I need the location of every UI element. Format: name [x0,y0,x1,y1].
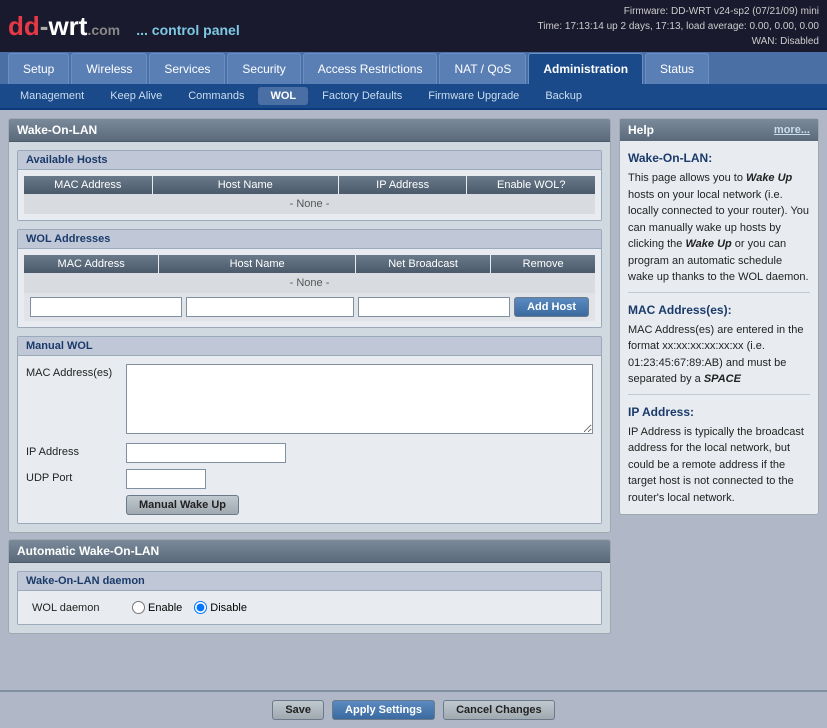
control-panel-label: ... control panel [136,22,239,38]
wol-addresses-body: MAC Address Host Name Net Broadcast Remo… [18,249,601,327]
add-mac-input[interactable] [30,297,182,317]
help-wol-text: This page allows you to Wake Up hosts on… [628,170,810,286]
daemon-label: WOL daemon [32,602,132,614]
main-content: Wake-On-LAN Available Hosts MAC Address … [0,110,827,690]
automatic-wol-section: Automatic Wake-On-LAN Wake-On-LAN daemon… [8,539,611,634]
add-broadcast-input[interactable] [358,297,510,317]
daemon-title: Wake-On-LAN daemon [18,572,601,591]
add-hostname-input[interactable] [186,297,354,317]
manual-wol-body: MAC Address(es) IP Address UDP Port [18,356,601,523]
col-host-name: Host Name [153,176,338,194]
logo: dd-wrt.com ... control panel [8,11,240,42]
available-hosts-empty: - None - [24,194,595,214]
ip-label: IP Address [26,443,126,458]
wol-col-host: Host Name [159,255,355,273]
nav-tab-administration[interactable]: Administration [528,53,643,84]
help-body: Wake-On-LAN: This page allows you to Wak… [620,141,818,514]
udp-row: UDP Port [26,469,593,489]
wol-addresses-title: WOL Addresses [18,230,601,249]
udp-input[interactable] [126,469,206,489]
mac-textarea[interactable] [126,364,593,434]
nav-tab-services[interactable]: Services [149,53,225,84]
help-wol-heading: Wake-On-LAN: [628,149,810,167]
sub-tab-keep-alive[interactable]: Keep Alive [98,87,174,105]
help-mac-heading: MAC Address(es): [628,301,810,319]
daemon-radio-group: Enable Disable [132,601,247,614]
manual-wake-button[interactable]: Manual Wake Up [126,495,239,515]
nav-tab-setup[interactable]: Setup [8,53,69,84]
sub-tab-management[interactable]: Management [8,87,96,105]
wol-col-remove: Remove [491,255,595,273]
mac-row: MAC Address(es) [26,364,593,437]
col-enable-wol: Enable WOL? [467,176,595,194]
nav-tab-security[interactable]: Security [227,53,300,84]
apply-settings-button[interactable]: Apply Settings [332,700,435,720]
available-hosts-section: Available Hosts MAC Address Host Name IP… [17,150,602,221]
ip-row: IP Address [26,443,593,463]
available-hosts-title: Available Hosts [18,151,601,170]
enable-radio-label[interactable]: Enable [132,601,182,614]
main-nav: SetupWirelessServicesSecurityAccess Rest… [0,52,827,84]
mac-label: MAC Address(es) [26,364,126,379]
add-host-row: Add Host [24,293,595,321]
content-area: Wake-On-LAN Available Hosts MAC Address … [8,118,611,682]
wol-addresses-section: WOL Addresses MAC Address Host Name Net … [17,229,602,328]
udp-label: UDP Port [26,469,126,484]
automatic-wol-title: Automatic Wake-On-LAN [9,540,610,563]
col-mac-address: MAC Address [24,176,152,194]
sub-tab-commands[interactable]: Commands [176,87,256,105]
help-ip-text: IP Address is typically the broadcast ad… [628,424,810,507]
sub-tab-wol[interactable]: WOL [258,87,308,105]
col-ip-address: IP Address [339,176,467,194]
wol-col-broadcast: Net Broadcast [356,255,490,273]
wol-col-mac: MAC Address [24,255,158,273]
available-hosts-body: MAC Address Host Name IP Address Enable … [18,170,601,220]
daemon-body: WOL daemon Enable Disable [18,591,601,624]
sub-tab-backup[interactable]: Backup [533,87,594,105]
available-hosts-headers: MAC Address Host Name IP Address Enable … [24,176,595,194]
wol-addresses-empty: - None - [24,273,595,293]
firmware-info: Firmware: DD-WRT v24-sp2 (07/21/09) mini… [538,4,820,49]
disable-radio-text: Disable [210,602,247,614]
help-ip-heading: IP Address: [628,403,810,421]
mac-field-wrap [126,364,593,437]
wol-section: Wake-On-LAN Available Hosts MAC Address … [8,118,611,533]
help-header: Help more... [620,119,818,141]
disable-radio-label[interactable]: Disable [194,601,247,614]
manual-wol-title: Manual WOL [18,337,601,356]
enable-radio-text: Enable [148,602,182,614]
cancel-changes-button[interactable]: Cancel Changes [443,700,555,720]
manual-wol-section: Manual WOL MAC Address(es) IP Address UD… [17,336,602,524]
header: dd-wrt.com ... control panel Firmware: D… [0,0,827,52]
help-title: Help [628,123,654,137]
wol-title: Wake-On-LAN [9,119,610,142]
wake-button-wrap: Manual Wake Up [26,495,593,515]
help-more-link[interactable]: more... [774,124,810,136]
sub-tab-firmware-upgrade[interactable]: Firmware Upgrade [416,87,531,105]
ip-input[interactable] [126,443,286,463]
nav-tab-access-restrictions[interactable]: Access Restrictions [303,53,438,84]
disable-radio[interactable] [194,601,207,614]
help-divider-1 [628,292,810,293]
help-sidebar: Help more... Wake-On-LAN: This page allo… [619,118,819,682]
footer: Save Apply Settings Cancel Changes [0,690,827,728]
daemon-row: WOL daemon Enable Disable [24,597,595,618]
help-box: Help more... Wake-On-LAN: This page allo… [619,118,819,515]
nav-tab-wireless[interactable]: Wireless [71,53,147,84]
sub-nav: ManagementKeep AliveCommandsWOLFactory D… [0,84,827,110]
daemon-section: Wake-On-LAN daemon WOL daemon Enable Dis… [17,571,602,625]
enable-radio[interactable] [132,601,145,614]
help-divider-2 [628,394,810,395]
nav-tab-status[interactable]: Status [645,53,709,84]
add-host-button[interactable]: Add Host [514,297,589,317]
sub-tab-factory-defaults[interactable]: Factory Defaults [310,87,414,105]
help-mac-text: MAC Address(es) are entered in the forma… [628,322,810,388]
save-button[interactable]: Save [272,700,324,720]
wol-addresses-headers: MAC Address Host Name Net Broadcast Remo… [24,255,595,273]
nav-tab-nat-qos[interactable]: NAT / QoS [439,53,526,84]
